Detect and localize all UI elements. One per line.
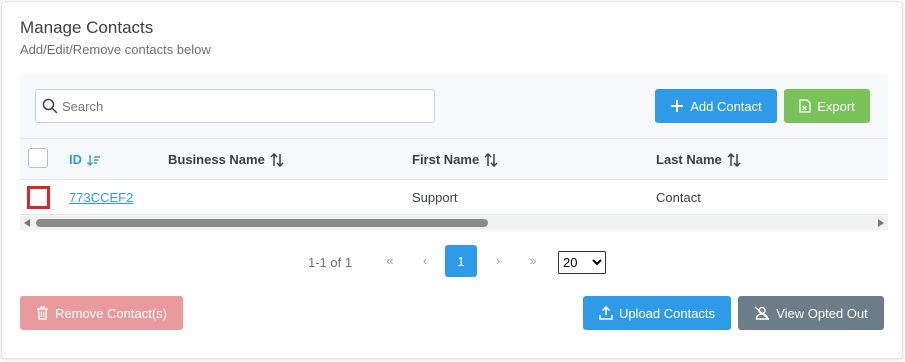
remove-contacts-label: Remove Contact(s) bbox=[55, 305, 167, 321]
scroll-left-arrow-icon[interactable] bbox=[24, 219, 30, 227]
column-header-last-name-label: Last Name bbox=[656, 152, 722, 167]
sort-arrows-icon bbox=[484, 152, 498, 167]
column-header-first-name[interactable]: First Name bbox=[412, 152, 498, 167]
page-title: Manage Contacts bbox=[20, 18, 154, 37]
select-all-checkbox[interactable] bbox=[28, 148, 48, 168]
sort-arrows-icon bbox=[727, 152, 741, 167]
export-label: Export bbox=[817, 98, 855, 114]
upload-contacts-label: Upload Contacts bbox=[618, 305, 716, 321]
table-row: 773CCEF2 Support Contact bbox=[20, 180, 888, 215]
horizontal-scrollbar[interactable] bbox=[20, 216, 888, 230]
next-page-button[interactable]: › bbox=[488, 253, 508, 268]
user-slash-icon bbox=[754, 306, 770, 320]
search-input[interactable] bbox=[62, 90, 422, 122]
manage-contacts-card: Manage Contacts Add/Edit/Remove contacts… bbox=[1, 1, 903, 359]
add-contact-label: Add Contact bbox=[690, 98, 762, 114]
column-header-first-name-label: First Name bbox=[412, 152, 480, 167]
column-header-id[interactable]: ID bbox=[69, 152, 101, 167]
table-header: ID Business Name First Name Last Name bbox=[20, 138, 888, 180]
sort-desc-icon bbox=[87, 154, 100, 166]
last-page-button[interactable]: » bbox=[523, 253, 543, 268]
contact-id-link[interactable]: 773CCEF2 bbox=[69, 190, 133, 205]
remove-contacts-button[interactable]: Remove Contact(s) bbox=[20, 296, 183, 330]
view-opted-out-button[interactable]: View Opted Out bbox=[738, 296, 884, 330]
column-header-last-name[interactable]: Last Name bbox=[656, 152, 741, 167]
first-name-cell: Support bbox=[412, 190, 458, 205]
add-contact-button[interactable]: Add Contact bbox=[655, 89, 777, 123]
search-icon bbox=[42, 98, 58, 114]
page-size-select[interactable]: 20 bbox=[558, 251, 606, 274]
view-opted-out-label: View Opted Out bbox=[776, 305, 868, 321]
prev-page-button[interactable]: ‹ bbox=[415, 253, 435, 268]
file-spreadsheet-icon bbox=[799, 99, 811, 113]
sort-arrows-icon bbox=[270, 152, 284, 167]
row-select-checkbox[interactable] bbox=[27, 186, 50, 209]
first-page-button[interactable]: « bbox=[380, 253, 400, 268]
current-page-button[interactable]: 1 bbox=[445, 245, 477, 277]
plus-icon bbox=[671, 100, 684, 112]
export-button[interactable]: Export bbox=[784, 89, 870, 123]
pagination-info: 1-1 of 1 bbox=[308, 255, 353, 270]
scroll-right-arrow-icon[interactable] bbox=[878, 219, 884, 227]
page-subtitle: Add/Edit/Remove contacts below bbox=[20, 42, 211, 57]
trash-icon bbox=[37, 306, 48, 320]
search-box[interactable] bbox=[35, 89, 435, 123]
upload-icon bbox=[599, 306, 613, 320]
column-header-business-name-label: Business Name bbox=[168, 152, 265, 167]
contacts-panel: Add Contact Export ID B bbox=[20, 74, 888, 232]
scrollbar-thumb[interactable] bbox=[36, 219, 488, 227]
pagination: 1-1 of 1 « ‹ 1 › » 20 bbox=[2, 244, 905, 278]
column-header-id-label: ID bbox=[69, 152, 82, 167]
last-name-cell: Contact bbox=[656, 190, 701, 205]
upload-contacts-button[interactable]: Upload Contacts bbox=[583, 296, 731, 330]
column-header-business-name[interactable]: Business Name bbox=[168, 152, 284, 167]
